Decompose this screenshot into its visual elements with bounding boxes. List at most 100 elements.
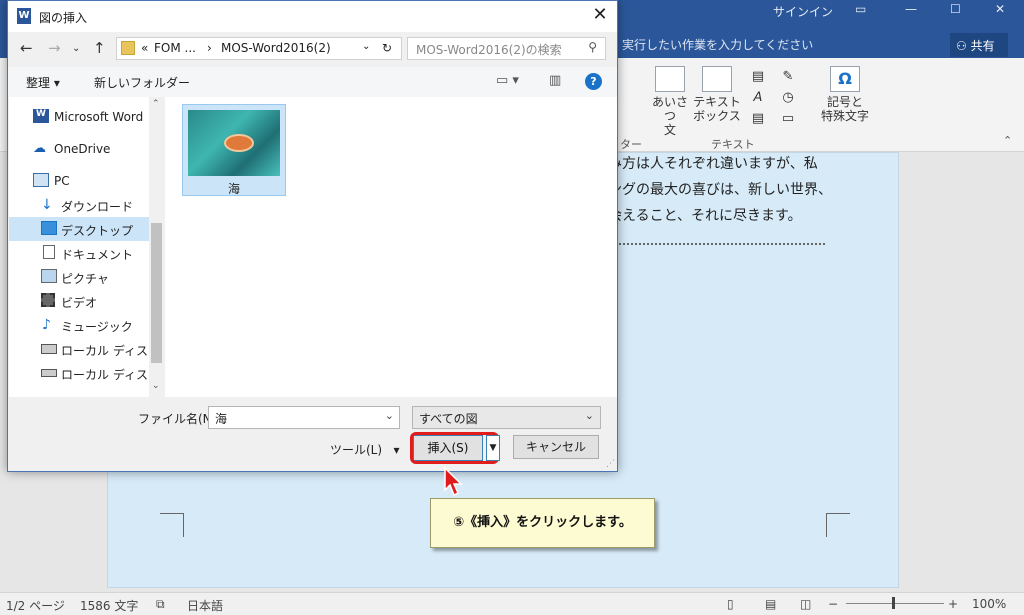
insert-dropdown-icon[interactable]: ▼ bbox=[486, 435, 500, 461]
up-arrow-icon[interactable]: ↑ bbox=[93, 39, 106, 57]
zoom-in-icon[interactable]: + bbox=[948, 597, 958, 611]
chevron-down-icon[interactable]: ⌄ bbox=[385, 409, 394, 422]
nav-item-music[interactable]: ♪ ミュージック bbox=[9, 313, 149, 337]
view-options-icon[interactable]: ▭ ▾ bbox=[496, 73, 519, 88]
command-bar: 整理 ▾ 新しいフォルダー ▭ ▾ ▥ ? bbox=[8, 67, 617, 97]
group-label-cut: ター bbox=[620, 138, 642, 151]
collapse-ribbon-icon[interactable]: ⌃ bbox=[1003, 134, 1012, 147]
recent-dropdown-icon[interactable]: ⌄ bbox=[72, 43, 80, 54]
zoom-out-icon[interactable]: − bbox=[828, 597, 838, 611]
filename-input[interactable]: 海 ⌄ bbox=[208, 406, 400, 429]
symbols-button[interactable]: Ω 記号と 特殊文字 bbox=[812, 66, 878, 123]
help-icon[interactable]: ? bbox=[585, 73, 602, 90]
desktop-icon bbox=[41, 221, 57, 235]
zoom-level[interactable]: 100% bbox=[972, 597, 1006, 611]
preview-pane-icon[interactable]: ▥ bbox=[549, 73, 561, 88]
refresh-icon[interactable]: ↻ bbox=[382, 41, 392, 55]
download-icon: ↓ bbox=[41, 197, 53, 213]
dialog-title-bar: W 図の挿入 ✕ bbox=[8, 1, 617, 32]
pc-icon bbox=[33, 173, 49, 187]
nav-scrollbar[interactable]: ⌃ ⌄ bbox=[149, 97, 164, 397]
symbols-label-2: 特殊文字 bbox=[820, 109, 869, 123]
folder-icon bbox=[121, 41, 135, 55]
filename-value: 海 bbox=[215, 412, 228, 426]
zoom-slider[interactable] bbox=[846, 603, 944, 604]
quick-parts-icons[interactable]: ▤ 𝘈 ▤ bbox=[744, 66, 772, 129]
file-type-value: すべての図 bbox=[419, 412, 478, 426]
signin-link[interactable]: サインイン bbox=[773, 3, 833, 20]
file-item[interactable]: 海 bbox=[182, 104, 286, 196]
organize-menu[interactable]: 整理 ▾ bbox=[26, 74, 60, 91]
drive-icon bbox=[41, 369, 57, 377]
word-app-icon: W bbox=[17, 8, 31, 24]
maximize-icon[interactable]: ☐ bbox=[950, 2, 961, 16]
read-mode-icon[interactable]: ▯ bbox=[727, 597, 734, 611]
cloud-icon: ☁ bbox=[33, 141, 46, 156]
greeting-label-1: あいさつ bbox=[651, 95, 688, 123]
chevron-right-icon[interactable]: › bbox=[207, 41, 212, 55]
back-arrow-icon[interactable]: ← bbox=[20, 39, 33, 57]
nav-item-documents[interactable]: ドキュメント bbox=[9, 241, 149, 265]
tell-me-input[interactable]: 実行したい作業を入力してください bbox=[622, 36, 813, 53]
doc-line: み方は人それぞれ違いますが、私 bbox=[608, 156, 818, 172]
nav-item-onedrive[interactable]: ☁ OneDrive bbox=[9, 137, 149, 161]
address-bar[interactable]: « FOM ... › MOS-Word2016(2) ⌄ ↻ bbox=[116, 37, 402, 60]
file-name: 海 bbox=[227, 182, 240, 196]
chevron-down-icon[interactable]: ⌄ bbox=[585, 409, 594, 422]
tools-label: ツール(L) bbox=[330, 443, 383, 457]
nav-label: ドキュメント bbox=[61, 248, 134, 262]
dialog-close-button[interactable]: ✕ bbox=[587, 4, 613, 28]
greeting-button[interactable]: あいさつ 文 bbox=[648, 66, 692, 137]
address-dropdown-icon[interactable]: ⌄ bbox=[362, 41, 370, 52]
forward-arrow-icon[interactable]: → bbox=[48, 39, 61, 57]
nav-item-desktop[interactable]: デスクトップ bbox=[9, 217, 149, 241]
address-overflow[interactable]: « bbox=[141, 41, 148, 55]
nav-item-drive-c[interactable]: ローカル ディスク (C bbox=[9, 337, 149, 361]
nav-label: デスクトップ bbox=[61, 224, 134, 238]
address-segment[interactable]: FOM ... bbox=[154, 41, 196, 55]
file-type-select[interactable]: すべての図 ⌄ bbox=[412, 406, 601, 429]
omega-icon: Ω bbox=[830, 66, 860, 92]
web-layout-icon[interactable]: ◫ bbox=[800, 597, 811, 611]
nav-label: ローカル ディスク (C bbox=[61, 344, 149, 358]
greeting-label-2: 文 bbox=[663, 123, 676, 137]
person-icon: ⚇ bbox=[956, 39, 967, 53]
greeting-icon bbox=[655, 66, 685, 92]
textbox-label-2: ボックス bbox=[693, 109, 741, 123]
nav-item-word[interactable]: W Microsoft Word bbox=[9, 105, 149, 129]
print-layout-icon[interactable]: ▤ bbox=[765, 597, 776, 611]
nav-item-videos[interactable]: ビデオ bbox=[9, 289, 149, 313]
address-segment[interactable]: MOS-Word2016(2) bbox=[221, 41, 331, 55]
nav-label: PC bbox=[54, 174, 70, 188]
tools-menu[interactable]: ツール(L) ▾ bbox=[330, 441, 400, 458]
doc-line: 会えること、それに尽きます。 bbox=[608, 208, 802, 224]
music-icon: ♪ bbox=[42, 317, 51, 333]
new-folder-button[interactable]: 新しいフォルダー bbox=[94, 74, 190, 91]
minimize-icon[interactable]: — bbox=[905, 2, 917, 16]
ribbon-display-icon[interactable]: ▭ bbox=[855, 2, 866, 16]
nav-item-pc[interactable]: PC bbox=[9, 169, 149, 193]
search-input[interactable]: MOS-Word2016(2)の検索 ⚲ bbox=[407, 37, 606, 60]
group-label-text: テキスト bbox=[711, 138, 755, 151]
search-placeholder: MOS-Word2016(2)の検索 bbox=[416, 43, 562, 57]
textbox-button[interactable]: テキスト ボックス bbox=[692, 66, 742, 123]
language[interactable]: 日本語 bbox=[187, 597, 223, 614]
crop-mark bbox=[160, 513, 184, 537]
nav-item-drive-d[interactable]: ローカル ディスク (D bbox=[9, 361, 149, 385]
nav-item-pictures[interactable]: ピクチャ bbox=[9, 265, 149, 289]
zoom-thumb[interactable] bbox=[892, 597, 895, 609]
scrollbar-thumb[interactable] bbox=[151, 223, 162, 363]
resize-grip-icon[interactable]: ⋰ bbox=[606, 459, 615, 469]
page-count[interactable]: 1/2 ページ bbox=[6, 597, 65, 614]
scroll-up-icon[interactable]: ⌃ bbox=[152, 99, 160, 109]
share-button[interactable]: ⚇ 共有 bbox=[950, 33, 1008, 57]
cancel-button[interactable]: キャンセル bbox=[513, 435, 599, 459]
word-close-icon[interactable]: ✕ bbox=[995, 2, 1005, 16]
proofing-icon[interactable]: ⧉ bbox=[156, 597, 165, 612]
status-bar: 1/2 ページ 1586 文字 ⧉ 日本語 ▯ ▤ ◫ − + 100% bbox=[0, 592, 1024, 615]
nav-item-downloads[interactable]: ↓ ダウンロード bbox=[9, 193, 149, 217]
scroll-down-icon[interactable]: ⌄ bbox=[152, 381, 160, 391]
fish-image bbox=[224, 134, 254, 152]
word-count[interactable]: 1586 文字 bbox=[80, 597, 138, 614]
signature-icons[interactable]: ✎ ◷ ▭ bbox=[774, 66, 802, 129]
